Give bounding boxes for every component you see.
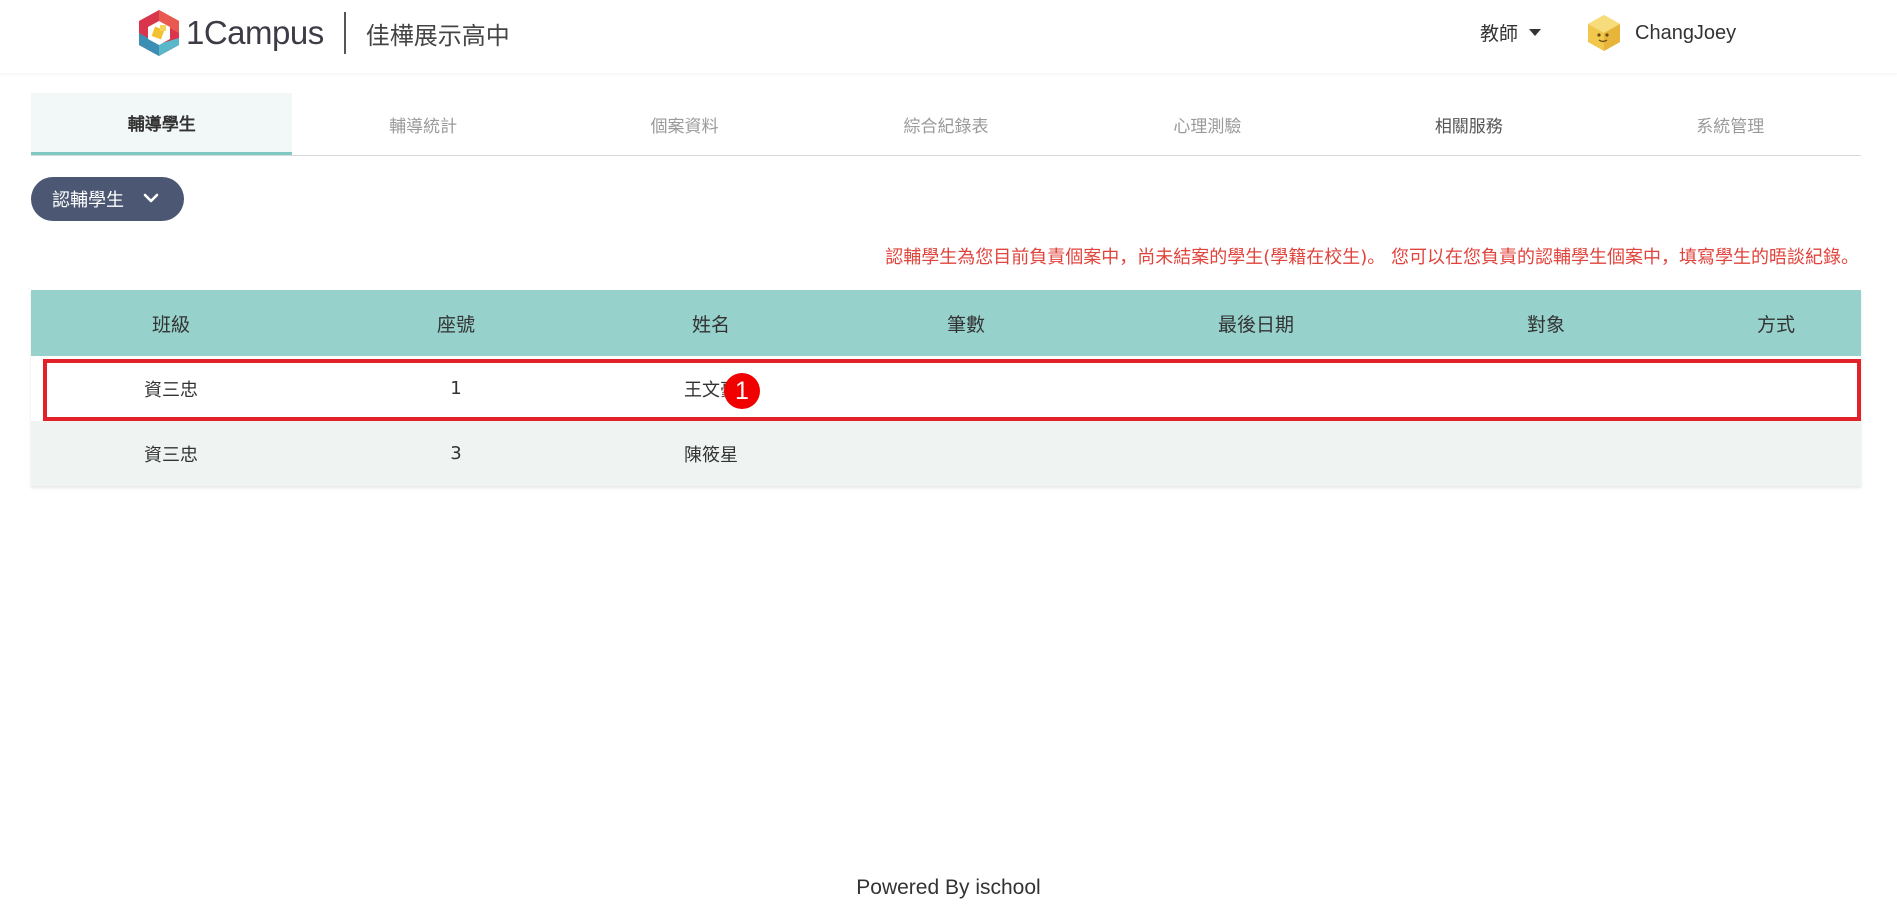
student-type-dropdown[interactable]: 認輔學生 <box>31 177 184 221</box>
count-cell <box>821 356 1111 421</box>
method-cell <box>1691 421 1861 486</box>
tab-comprehensive-record[interactable]: 綜合紀錄表 <box>815 93 1076 155</box>
class-cell: 資三忠 <box>144 444 198 466</box>
footer-powered-by: Powered By ischool <box>856 876 1041 899</box>
seat-cell: 3 <box>450 443 462 464</box>
role-dropdown[interactable]: 教師 <box>1480 19 1542 46</box>
target-cell <box>1401 421 1691 486</box>
user-menu[interactable]: ChangJoey <box>1587 14 1736 52</box>
step-marker: 1 <box>724 373 760 409</box>
school-name: 佳樺展示高中 <box>365 21 510 50</box>
column-header[interactable]: 方式 <box>1691 290 1861 356</box>
column-header[interactable]: 最後日期 <box>1111 290 1401 356</box>
name-cell[interactable]: 王文豪 <box>601 356 821 421</box>
tab-label: 個案資料 <box>650 116 719 137</box>
info-note: 認輔學生為您目前負責個案中，尚未結案的學生(學籍在校生)。 您可以在您負責的認輔… <box>885 247 1859 268</box>
main-tabs: 輔導學生 輔導統計 個案資料 綜合紀錄表 心理測驗 相關服務 系統管理 <box>31 93 1861 156</box>
tab-label: 輔導統計 <box>389 116 458 137</box>
table-row[interactable]: 資三忠 1 王文豪 1 <box>31 356 1861 421</box>
caret-down-icon <box>1529 29 1542 36</box>
column-header[interactable]: 筆數 <box>821 290 1111 356</box>
count-cell <box>821 421 1111 486</box>
column-header[interactable]: 班級 <box>31 290 311 356</box>
tab-label: 系統管理 <box>1696 116 1765 137</box>
app-logo[interactable]: 1Campus 佳樺展示高中 <box>136 6 510 60</box>
target-cell <box>1401 356 1691 421</box>
column-header[interactable]: 對象 <box>1401 290 1691 356</box>
user-name: ChangJoey <box>1635 21 1737 44</box>
tab-label: 輔導學生 <box>127 115 196 135</box>
tab-related-services[interactable]: 相關服務 <box>1338 93 1599 155</box>
tab-counseling-statistics[interactable]: 輔導統計 <box>292 93 553 155</box>
tab-case-data[interactable]: 個案資料 <box>554 93 815 155</box>
1campus-logo-icon <box>139 10 179 56</box>
seat-cell: 1 <box>450 378 462 399</box>
avatar <box>1588 15 1620 51</box>
tab-counseling-students[interactable]: 輔導學生 <box>31 93 293 155</box>
dropdown-label: 認輔學生 <box>52 190 124 211</box>
role-label: 教師 <box>1480 23 1519 45</box>
tab-label: 心理測驗 <box>1173 116 1242 137</box>
logo-text: 1Campus <box>186 14 324 51</box>
table-row[interactable]: 資三忠 3 陳筱星 <box>31 421 1861 486</box>
tab-label: 綜合紀錄表 <box>903 116 989 137</box>
chevron-down-icon <box>143 193 159 203</box>
last-date-cell <box>1111 421 1401 486</box>
column-header[interactable]: 座號 <box>311 290 601 356</box>
name-cell[interactable]: 陳筱星 <box>601 421 821 486</box>
last-date-cell <box>1111 356 1401 421</box>
column-header[interactable]: 姓名 <box>601 290 821 356</box>
students-table: 班級 座號 姓名 筆數 最後日期 對象 方式 資三忠 1 王文豪 1 資三忠 3… <box>31 290 1861 486</box>
logo-separator <box>343 12 346 54</box>
tab-psych-test[interactable]: 心理測驗 <box>1077 93 1338 155</box>
method-cell <box>1691 356 1861 421</box>
tab-system-admin[interactable]: 系統管理 <box>1600 93 1861 155</box>
tab-label: 相關服務 <box>1434 116 1503 137</box>
top-header: 1Campus 佳樺展示高中 教師 ChangJoey <box>0 0 1897 73</box>
table-header: 班級 座號 姓名 筆數 最後日期 對象 方式 <box>31 290 1861 356</box>
class-cell: 資三忠 <box>144 379 198 401</box>
